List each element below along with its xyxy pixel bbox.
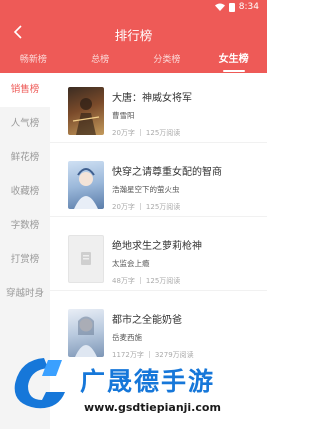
category-tabs: 畅新榜 总榜 分类榜 女生榜 (0, 49, 267, 73)
book-placeholder-icon (81, 252, 91, 265)
book-author: 岳麦西施 (112, 333, 142, 342)
book-title: 绝地求生之萝莉枪神 (112, 241, 202, 252)
battery-icon (228, 2, 235, 12)
book-title: 快穿之请尊重女配的智商 (112, 167, 222, 178)
book-word-count: 48万字 (112, 277, 135, 285)
book-title: 都市之全能奶爸 (112, 315, 182, 326)
tab-total[interactable]: 总榜 (67, 49, 134, 73)
book-author: 浩瀚星空下的萤火虫 (112, 185, 180, 194)
status-icons: 8:34 (214, 2, 259, 12)
watermark-brand: 广晟德手游 (80, 367, 216, 396)
book-info: 快穿之请尊重女配的智商 浩瀚星空下的萤火虫 20万字 125万阅读 (112, 163, 259, 212)
sidebar-item-wordcount[interactable]: 字数榜 (0, 209, 50, 243)
watermark-url: www.gsdtiepianji.com (84, 401, 221, 414)
book-read-count: 125万阅读 (145, 129, 181, 137)
sidebar-item-flowers[interactable]: 鲜花榜 (0, 141, 50, 175)
book-info: 大唐：神威女将军 曹雪阳 20万字 125万阅读 (112, 89, 259, 138)
book-info: 绝地求生之萝莉枪神 太监会上瘾 48万字 125万阅读 (112, 237, 259, 286)
book-author: 曹雪阳 (112, 111, 135, 120)
page-title: 排行榜 (114, 28, 153, 43)
sidebar-item-tips[interactable]: 打赏榜 (0, 243, 50, 277)
tab-new[interactable]: 畅新榜 (0, 49, 67, 73)
sidebar-item-favorites[interactable]: 收藏榜 (0, 175, 50, 209)
book-word-count: 20万字 (112, 129, 135, 137)
sidebar-item-time-travel[interactable]: 穿越时身 (0, 277, 50, 311)
status-bar: 8:34 (0, 0, 267, 16)
book-cover (68, 161, 104, 209)
site-watermark: 广晟德手游 www.gsdtiepianji.com (0, 352, 267, 429)
book-word-count: 20万字 (112, 203, 135, 211)
tab-category[interactable]: 分类榜 (134, 49, 201, 73)
sidebar-item-sales[interactable]: 销售榜 (0, 73, 50, 107)
status-time: 8:34 (238, 2, 259, 12)
book-stats: 20万字 125万阅读 (112, 202, 259, 212)
sidebar-item-popularity[interactable]: 人气榜 (0, 107, 50, 141)
book-read-count: 125万阅读 (145, 203, 181, 211)
book-cover (68, 235, 104, 283)
tab-female[interactable]: 女生榜 (200, 49, 267, 73)
book-author: 太监会上瘾 (112, 259, 150, 268)
book-title: 大唐：神威女将军 (112, 93, 192, 104)
book-item[interactable]: 大唐：神威女将军 曹雪阳 20万字 125万阅读 (50, 77, 267, 143)
book-cover (68, 309, 104, 357)
stat-divider (139, 203, 141, 210)
book-stats: 20万字 125万阅读 (112, 128, 259, 138)
stat-divider (139, 277, 141, 284)
book-cover (68, 87, 104, 135)
book-stats: 48万字 125万阅读 (112, 276, 259, 286)
stat-divider (139, 129, 141, 136)
title-bar: 排行榜 (0, 16, 267, 49)
book-item[interactable]: 绝地求生之萝莉枪神 太监会上瘾 48万字 125万阅读 (50, 225, 267, 291)
brand-logo-icon (14, 358, 66, 409)
wifi-icon (214, 3, 225, 11)
book-read-count: 125万阅读 (145, 277, 181, 285)
book-item[interactable]: 快穿之请尊重女配的智商 浩瀚星空下的萤火虫 20万字 125万阅读 (50, 151, 267, 217)
